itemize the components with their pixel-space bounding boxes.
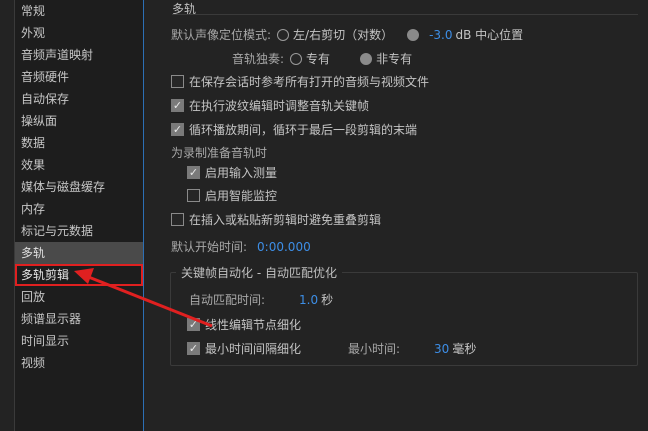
automation-group-title: 关键帧自动化 - 自动匹配优化	[176, 264, 342, 281]
checkbox-linear-edit[interactable]: ✓ 线性编辑节点细化	[187, 316, 301, 333]
checkbox-label: 在执行波纹编辑时调整音轨关键帧	[189, 99, 370, 113]
pan-center-db-value[interactable]: -3.0	[429, 28, 452, 42]
checkbox-box[interactable]	[171, 75, 184, 88]
checkmark-icon[interactable]: ✓	[171, 99, 184, 112]
solo-exclusive-radio[interactable]	[290, 52, 303, 65]
match-time-value[interactable]: 1.0	[299, 293, 318, 307]
pan-center-db-suffix: dB 中心位置	[455, 28, 524, 42]
checkbox-smart-monitoring[interactable]: 启用智能监控	[187, 187, 277, 204]
record-prep-label: 为录制准备音轨时	[171, 146, 268, 160]
sidebar-item[interactable]: 视频	[15, 352, 143, 374]
section-divider	[172, 14, 638, 15]
sidebar-item[interactable]: 数据	[15, 132, 143, 154]
sidebar-item[interactable]: 回放	[15, 286, 143, 308]
match-time-label: 自动匹配时间:	[189, 293, 266, 307]
sidebar-item[interactable]: 音频声道映射	[15, 44, 143, 66]
solo-row: 音轨独奏: 专有 非专有	[232, 50, 412, 67]
checkbox-label: 启用智能监控	[205, 189, 278, 203]
pan-mode-label: 默认声像定位模式:	[171, 28, 272, 42]
min-time-label: 最小时间:	[348, 342, 401, 356]
checkbox-label: 线性编辑节点细化	[205, 318, 302, 332]
preferences-sidebar: 常规 外观 音频声道映射 音频硬件 自动保存 操纵面 数据 效果 媒体与磁盘缓存 内存 标记与元数据…	[14, 0, 144, 431]
match-time-row: 自动匹配时间: 1.0 秒	[189, 291, 333, 308]
default-start-row: 默认开始时间: 0:00.000	[171, 238, 311, 255]
sidebar-item[interactable]: 音频硬件	[15, 66, 143, 88]
sidebar-item[interactable]: 常规	[15, 0, 143, 22]
solo-label: 音轨独奏:	[232, 52, 285, 66]
min-time-unit: 毫秒	[452, 342, 477, 356]
pan-mode-row: 默认声像定位模式: 左/右剪切（对数） -3.0 dB 中心位置	[171, 26, 523, 43]
pan-mode-log-label: 左/右剪切（对数）	[293, 28, 394, 42]
sidebar-item[interactable]: 自动保存	[15, 88, 143, 110]
pan-mode-log-radio[interactable]	[277, 28, 290, 41]
sidebar-item[interactable]: 内存	[15, 198, 143, 220]
checkbox-reference-files[interactable]: 在保存会话时参考所有打开的音频与视频文件	[171, 73, 429, 90]
sidebar-item[interactable]: 操纵面	[15, 110, 143, 132]
sidebar-item[interactable]: 时间显示	[15, 330, 143, 352]
solo-exclusive-label: 专有	[306, 52, 331, 66]
checkbox-loop-end[interactable]: ✓ 循环播放期间，循环于最后一段剪辑的末端	[171, 121, 417, 138]
checkbox-label: 最小时间间隔细化	[205, 342, 302, 356]
sidebar-item[interactable]: 标记与元数据	[15, 220, 143, 242]
sidebar-item[interactable]: 外观	[15, 22, 143, 44]
checkbox-avoid-overlap[interactable]: 在插入或粘贴新剪辑时避免重叠剪辑	[171, 211, 381, 228]
default-start-label: 默认开始时间:	[171, 240, 248, 254]
checkbox-input-metering[interactable]: ✓ 启用输入测量	[187, 164, 277, 181]
checkbox-min-interval[interactable]: ✓ 最小时间间隔细化	[187, 340, 301, 357]
checkbox-label: 在保存会话时参考所有打开的音频与视频文件	[189, 75, 430, 89]
checkmark-icon[interactable]: ✓	[187, 318, 200, 331]
pan-mode-center-radio[interactable]	[407, 28, 420, 41]
min-time-value[interactable]: 30	[434, 342, 449, 356]
checkmark-icon[interactable]: ✓	[187, 166, 200, 179]
checkmark-icon[interactable]: ✓	[171, 123, 184, 136]
default-start-value[interactable]: 0:00.000	[257, 240, 311, 254]
match-time-unit: 秒	[321, 293, 334, 307]
checkbox-box[interactable]	[187, 189, 200, 202]
checkmark-icon[interactable]: ✓	[187, 342, 200, 355]
min-time-row: 最小时间: 30 毫秒	[348, 340, 476, 357]
checkbox-label: 启用输入测量	[205, 166, 278, 180]
checkbox-label: 循环播放期间，循环于最后一段剪辑的末端	[189, 123, 418, 137]
sidebar-item[interactable]: 频谱显示器	[15, 308, 143, 330]
checkbox-box[interactable]	[171, 213, 184, 226]
sidebar-item[interactable]: 多轨	[15, 242, 143, 264]
sidebar-item[interactable]: 多轨剪辑	[15, 264, 143, 286]
solo-nonexclusive-label: 非专有	[376, 52, 413, 66]
checkbox-label: 在插入或粘贴新剪辑时避免重叠剪辑	[189, 213, 382, 227]
sidebar-item[interactable]: 效果	[15, 154, 143, 176]
checkbox-ripple-keyframes[interactable]: ✓ 在执行波纹编辑时调整音轨关键帧	[171, 97, 369, 114]
record-prep-heading: 为录制准备音轨时	[171, 144, 267, 161]
solo-nonexclusive-radio[interactable]	[360, 52, 373, 65]
sidebar-item[interactable]: 媒体与磁盘缓存	[15, 176, 143, 198]
